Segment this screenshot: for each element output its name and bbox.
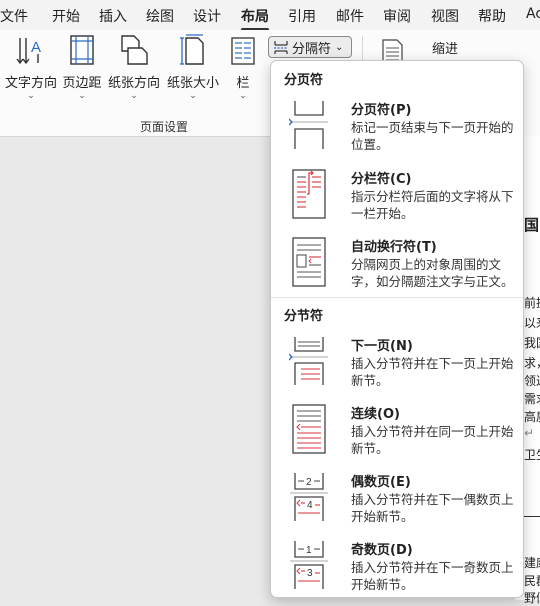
tab-home[interactable]: 开始 [52,6,80,26]
even-page-section-icon: 2 4 [290,473,328,521]
text-direction-button[interactable]: A 文字方向 ⌄ [4,32,58,101]
chevron-down-icon: ⌄ [27,91,35,101]
svg-text:4: 4 [307,500,313,511]
tab-references[interactable]: 引用 [288,6,316,26]
chevron-down-icon: ⌄ [78,91,86,101]
odd-page-section-icon: 1 3 [290,541,328,589]
chevron-down-icon: ⌄ [335,41,344,53]
orientation-button[interactable]: 纸张方向 ⌄ [106,32,162,101]
breaks-button[interactable]: 分隔符 ⌄ [268,36,352,58]
document-line: 民群 [524,574,540,588]
column-break-item[interactable]: 分栏符(C) 指示分栏符后面的文字将从下一栏开始。 [271,168,523,232]
continuous-section-item[interactable]: 连续(O) 插入分节符并在同一页上开始新节。 [271,403,523,467]
column-break-icon [292,169,326,219]
text-direction-icon: A [16,38,41,65]
page-setup-group-label: 页面设置 [140,120,189,134]
document-heading-fragment: 国 [524,216,540,234]
page-break-item[interactable]: 分页符(P) 标记一页结束与下一页开始的位置。 [271,99,523,163]
section-breaks-header: 分节符 [284,309,324,324]
svg-text:A: A [31,39,41,56]
next-page-section-item[interactable]: 下一页(N) 插入分节符并在下一页上开始新节。 [271,335,523,399]
orientation-icon [121,35,148,65]
columns-button[interactable]: 栏 ⌄ [228,32,258,101]
paragraph-mark: ↵ [524,426,535,440]
tab-acrobat[interactable]: Ac [526,6,540,22]
tab-insert[interactable]: 插入 [99,6,127,26]
columns-icon [231,37,255,65]
text-wrapping-break-item[interactable]: 自动换行符(T) 分隔网页上的对象周围的文字，如分隔题注文字与正文。 [271,236,523,300]
tab-file[interactable]: 文件 [0,6,28,26]
margins-button[interactable]: 页边距 ⌄ [60,32,104,101]
tab-draw[interactable]: 绘图 [146,6,174,26]
tab-view[interactable]: 视图 [431,6,459,26]
svg-text:2: 2 [306,477,312,488]
tab-help[interactable]: 帮助 [478,6,506,26]
continuous-section-icon [292,404,326,454]
document-rule [524,516,540,517]
chevron-down-icon: ⌄ [239,91,247,101]
chevron-down-icon: ⌄ [130,91,138,101]
document-line: 领过 [524,374,540,388]
breaks-menu: 分页符 分页符(P) 标记一页结束与下一页开始的位置。 分栏符(C) 指示分栏符… [270,60,524,598]
document-line: 前提 [524,296,540,310]
document-line: 建康 [524,556,540,570]
chevron-down-icon: ⌄ [189,91,197,101]
tab-review[interactable]: 审阅 [383,6,411,26]
page-breaks-header: 分页符 [284,73,324,88]
next-page-section-icon [289,337,328,385]
tab-design[interactable]: 设计 [193,6,221,26]
indent-label: 缩进 [432,42,459,57]
document-line: 卫生 [524,448,540,462]
odd-page-section-item[interactable]: 1 3 奇数页(D) 插入分节符并在下一奇数页上开始新节。 [271,539,523,603]
page-break-icon [289,101,328,149]
margins-icon [70,35,94,65]
svg-text:1: 1 [306,545,312,556]
document-line: 以来 [524,316,540,330]
tab-layout[interactable]: 布局 [241,6,269,31]
page-size-button[interactable]: 纸张大小 ⌄ [165,32,221,101]
menu-separator [271,297,523,298]
document-line: 高质 [524,410,540,424]
document-line: 求， [524,356,540,370]
text-wrapping-break-icon [292,237,326,287]
document-line: 需求 [524,392,540,406]
ribbon-tabs: 文件 开始 插入 绘图 设计 布局 引用 邮件 审阅 视图 帮助 Ac [0,0,540,31]
document-line: 我国 [524,336,540,350]
document-line: 野们 [524,591,540,605]
even-page-section-item[interactable]: 2 4 偶数页(E) 插入分节符并在下一偶数页上开始新节。 [271,471,523,535]
page-size-icon [180,34,204,65]
svg-text:3: 3 [307,568,313,579]
tab-mailings[interactable]: 邮件 [336,6,364,26]
breaks-icon [274,41,288,54]
